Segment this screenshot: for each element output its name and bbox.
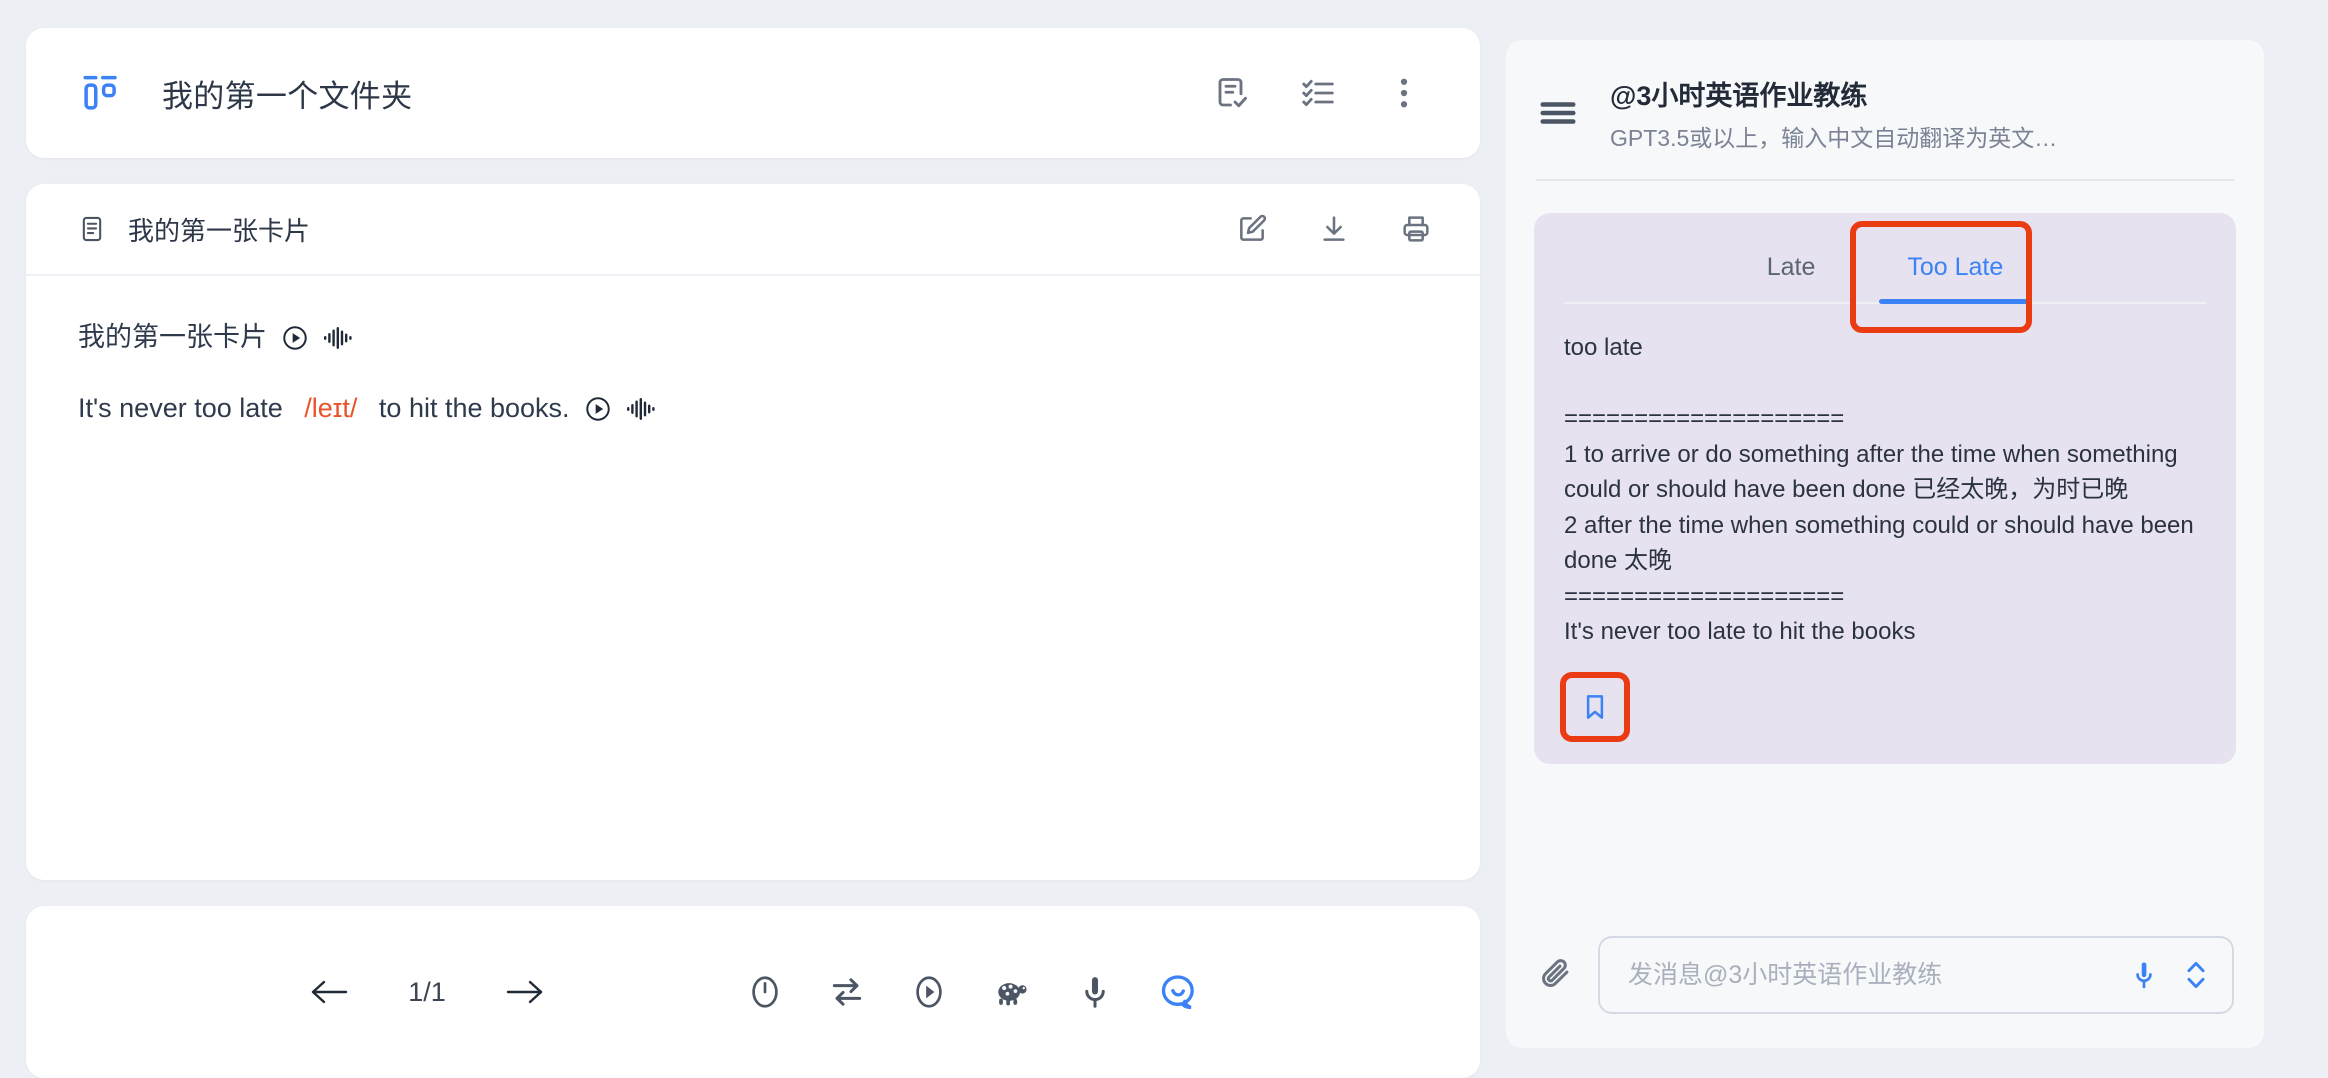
chat-panel: @3小时英语作业教练 GPT3.5或以上，输入中文自动翻译为英文… Late T… bbox=[1506, 40, 2264, 1048]
more-vertical-icon[interactable] bbox=[1386, 75, 1422, 111]
note-header-actions bbox=[1236, 213, 1432, 245]
folder-header-left: 我的第一个文件夹 bbox=[80, 71, 1214, 116]
bookmark-icon[interactable] bbox=[1580, 691, 1610, 723]
next-arrow-icon[interactable] bbox=[502, 975, 546, 1009]
chat-bubble-icon[interactable] bbox=[1158, 972, 1198, 1012]
message-input[interactable] bbox=[1628, 960, 2110, 990]
audio-waveform-icon[interactable] bbox=[323, 324, 353, 352]
folder-header-card: 我的第一个文件夹 bbox=[26, 28, 1480, 158]
tab-too-late[interactable]: Too Late bbox=[1861, 241, 2049, 304]
page-indicator: 1/1 bbox=[408, 976, 446, 1007]
bookmark-button-wrap[interactable] bbox=[1560, 671, 1630, 742]
message-input-box[interactable] bbox=[1598, 936, 2234, 1014]
prev-arrow-icon[interactable] bbox=[308, 975, 352, 1009]
left-column: 我的第一个文件夹 我的第一张卡片 我的第一张卡片 It's never too … bbox=[0, 0, 1480, 1078]
chat-agent-name: @3小时英语作业教练 bbox=[1610, 81, 1868, 111]
note-body: 我的第一张卡片 It's never too late /leɪt/ to hi… bbox=[26, 276, 1480, 880]
microphone-icon[interactable] bbox=[2128, 958, 2160, 992]
microphone-icon[interactable] bbox=[1076, 973, 1114, 1011]
audio-waveform-icon[interactable] bbox=[626, 395, 656, 423]
repeat-icon[interactable] bbox=[828, 973, 866, 1011]
print-icon[interactable] bbox=[1400, 213, 1432, 245]
document-check-icon[interactable] bbox=[1214, 75, 1250, 111]
note-line-2-post: to hit the books. bbox=[371, 393, 570, 424]
chat-message-bubble: Late Too Late too late =================… bbox=[1534, 213, 2236, 764]
message-body-text: too late ==================== 1 to arriv… bbox=[1564, 334, 2194, 646]
play-circle-icon[interactable] bbox=[584, 395, 612, 423]
message-tabs: Late Too Late bbox=[1564, 221, 2206, 333]
chat-input-row bbox=[1506, 936, 2264, 1048]
pager: 1/1 bbox=[308, 975, 546, 1009]
expand-chevrons-icon[interactable] bbox=[2182, 958, 2210, 992]
note-line-2: It's never too late /leɪt/ to hit the bo… bbox=[78, 389, 1428, 428]
player-tools bbox=[746, 972, 1198, 1012]
paperclip-icon[interactable] bbox=[1536, 956, 1574, 994]
note-line-1-text: 我的第一张卡片 bbox=[78, 322, 267, 352]
folder-actions bbox=[1214, 75, 1422, 111]
right-column: @3小时英语作业教练 GPT3.5或以上，输入中文自动翻译为英文… Late T… bbox=[1480, 0, 2302, 1078]
note-line-2-pre: It's never too late bbox=[78, 393, 291, 424]
play-circle-icon[interactable] bbox=[281, 324, 309, 352]
download-icon[interactable] bbox=[1318, 213, 1350, 245]
note-line-2-phonetic: /leɪt/ bbox=[304, 393, 358, 424]
note-header-left: 我的第一张卡片 bbox=[78, 211, 1236, 248]
timer-icon[interactable] bbox=[746, 973, 784, 1011]
folder-title: 我的第一个文件夹 bbox=[162, 78, 413, 114]
note-card-header: 我的第一张卡片 bbox=[26, 184, 1480, 276]
play-circle-icon[interactable] bbox=[910, 973, 948, 1011]
chat-header: @3小时英语作业教练 GPT3.5或以上，输入中文自动翻译为英文… bbox=[1506, 40, 2264, 153]
chat-agent-subtitle: GPT3.5或以上，输入中文自动翻译为英文… bbox=[1610, 125, 2058, 151]
folder-grid-icon bbox=[80, 72, 122, 114]
app-root: 我的第一个文件夹 我的第一张卡片 我的第一张卡片 It's never too … bbox=[0, 0, 2328, 1078]
edit-pencil-icon[interactable] bbox=[1236, 213, 1268, 245]
note-card: 我的第一张卡片 我的第一张卡片 It's never too late /leɪ… bbox=[26, 184, 1480, 880]
input-icons bbox=[2128, 958, 2210, 992]
chat-message-list[interactable]: Late Too Late too late =================… bbox=[1506, 181, 2264, 936]
tab-late[interactable]: Late bbox=[1721, 241, 1862, 302]
note-document-icon bbox=[78, 215, 106, 243]
turtle-icon[interactable] bbox=[992, 973, 1032, 1011]
hamburger-menu-icon[interactable] bbox=[1536, 74, 1580, 130]
checklist-icon[interactable] bbox=[1300, 75, 1336, 111]
note-title: 我的第一张卡片 bbox=[128, 215, 311, 246]
chat-header-text: @3小时英语作业教练 GPT3.5或以上，输入中文自动翻译为英文… bbox=[1610, 74, 2057, 153]
note-line-1: 我的第一张卡片 bbox=[78, 318, 1428, 357]
bottom-toolbar-card: 1/1 bbox=[26, 906, 1480, 1078]
